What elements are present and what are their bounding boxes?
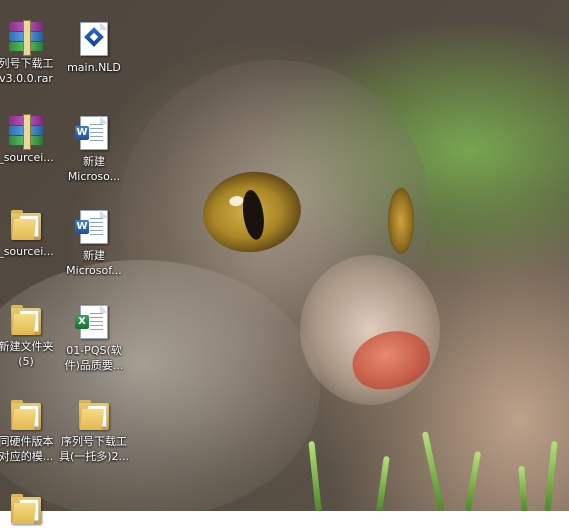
icon-label: 序列号下载工 [61,435,127,448]
desktop-icon-pqs-excel[interactable]: X 01-PQS(软 件)品质要... [56,305,132,373]
desktop-icon-folder-partial[interactable] [0,494,64,528]
icon-label: main.NLD [67,61,121,74]
desktop-icon-serial-tool-folder[interactable]: 序列号下载工 具(一托多)2... [56,400,132,464]
icon-label: _sourcei... [0,151,54,164]
icon-label: 列号下载工 [0,57,54,70]
desktop-icon-new-folder-5[interactable]: 新建文件夹 (5) [0,305,64,369]
icon-label: _sourcei... [0,245,54,258]
icon-label-line2: 对应的模... [0,450,54,463]
desktop-icon-hardware-version-folder[interactable]: 同硬件版本 对应的模... [0,400,64,464]
icon-label-line2: Microso... [67,170,121,183]
nld-file-icon [80,22,108,56]
icon-label: 新建文件夹 [0,340,54,353]
folder-icon [79,400,109,430]
word-document-icon: W [75,210,108,244]
desktop-icon-serial-tool-rar[interactable]: 列号下载工 v3.0.0.rar [0,20,64,86]
desktop-icon-grid: 列号下载工 v3.0.0.rar _sourcei... _sourcei...… [0,0,569,524]
desktop-icon-new-word-doc-1[interactable]: W 新建 Microso... [56,116,132,184]
icon-label: 新建 [83,155,105,168]
folder-icon [11,305,41,335]
icon-label-line2: v3.0.0.rar [0,72,53,85]
icon-label-line2: Microsof... [66,264,122,277]
desktop-icon-new-word-doc-2[interactable]: W 新建 Microsof... [56,210,132,278]
icon-label: 新建 [83,249,105,262]
icon-label-line2: 具(一托多)2... [58,450,130,463]
icon-label-line2: 件)品质要... [64,359,124,372]
archive-icon [9,114,43,150]
desktop-icon-sourcei-archive[interactable]: _sourcei... [0,114,64,165]
archive-icon [9,20,43,56]
icon-label-line2: (5) [18,355,34,368]
icon-label: 同硬件版本 [0,435,54,448]
folder-icon [11,210,41,240]
excel-document-icon: X [75,305,108,339]
folder-icon [11,494,41,524]
word-document-icon: W [75,116,108,150]
folder-icon [11,400,41,430]
desktop-icon-main-nld[interactable]: main.NLD [56,22,132,75]
icon-label: 01-PQS(软 [66,344,122,357]
desktop-icon-sourcei-folder[interactable]: _sourcei... [0,210,64,259]
